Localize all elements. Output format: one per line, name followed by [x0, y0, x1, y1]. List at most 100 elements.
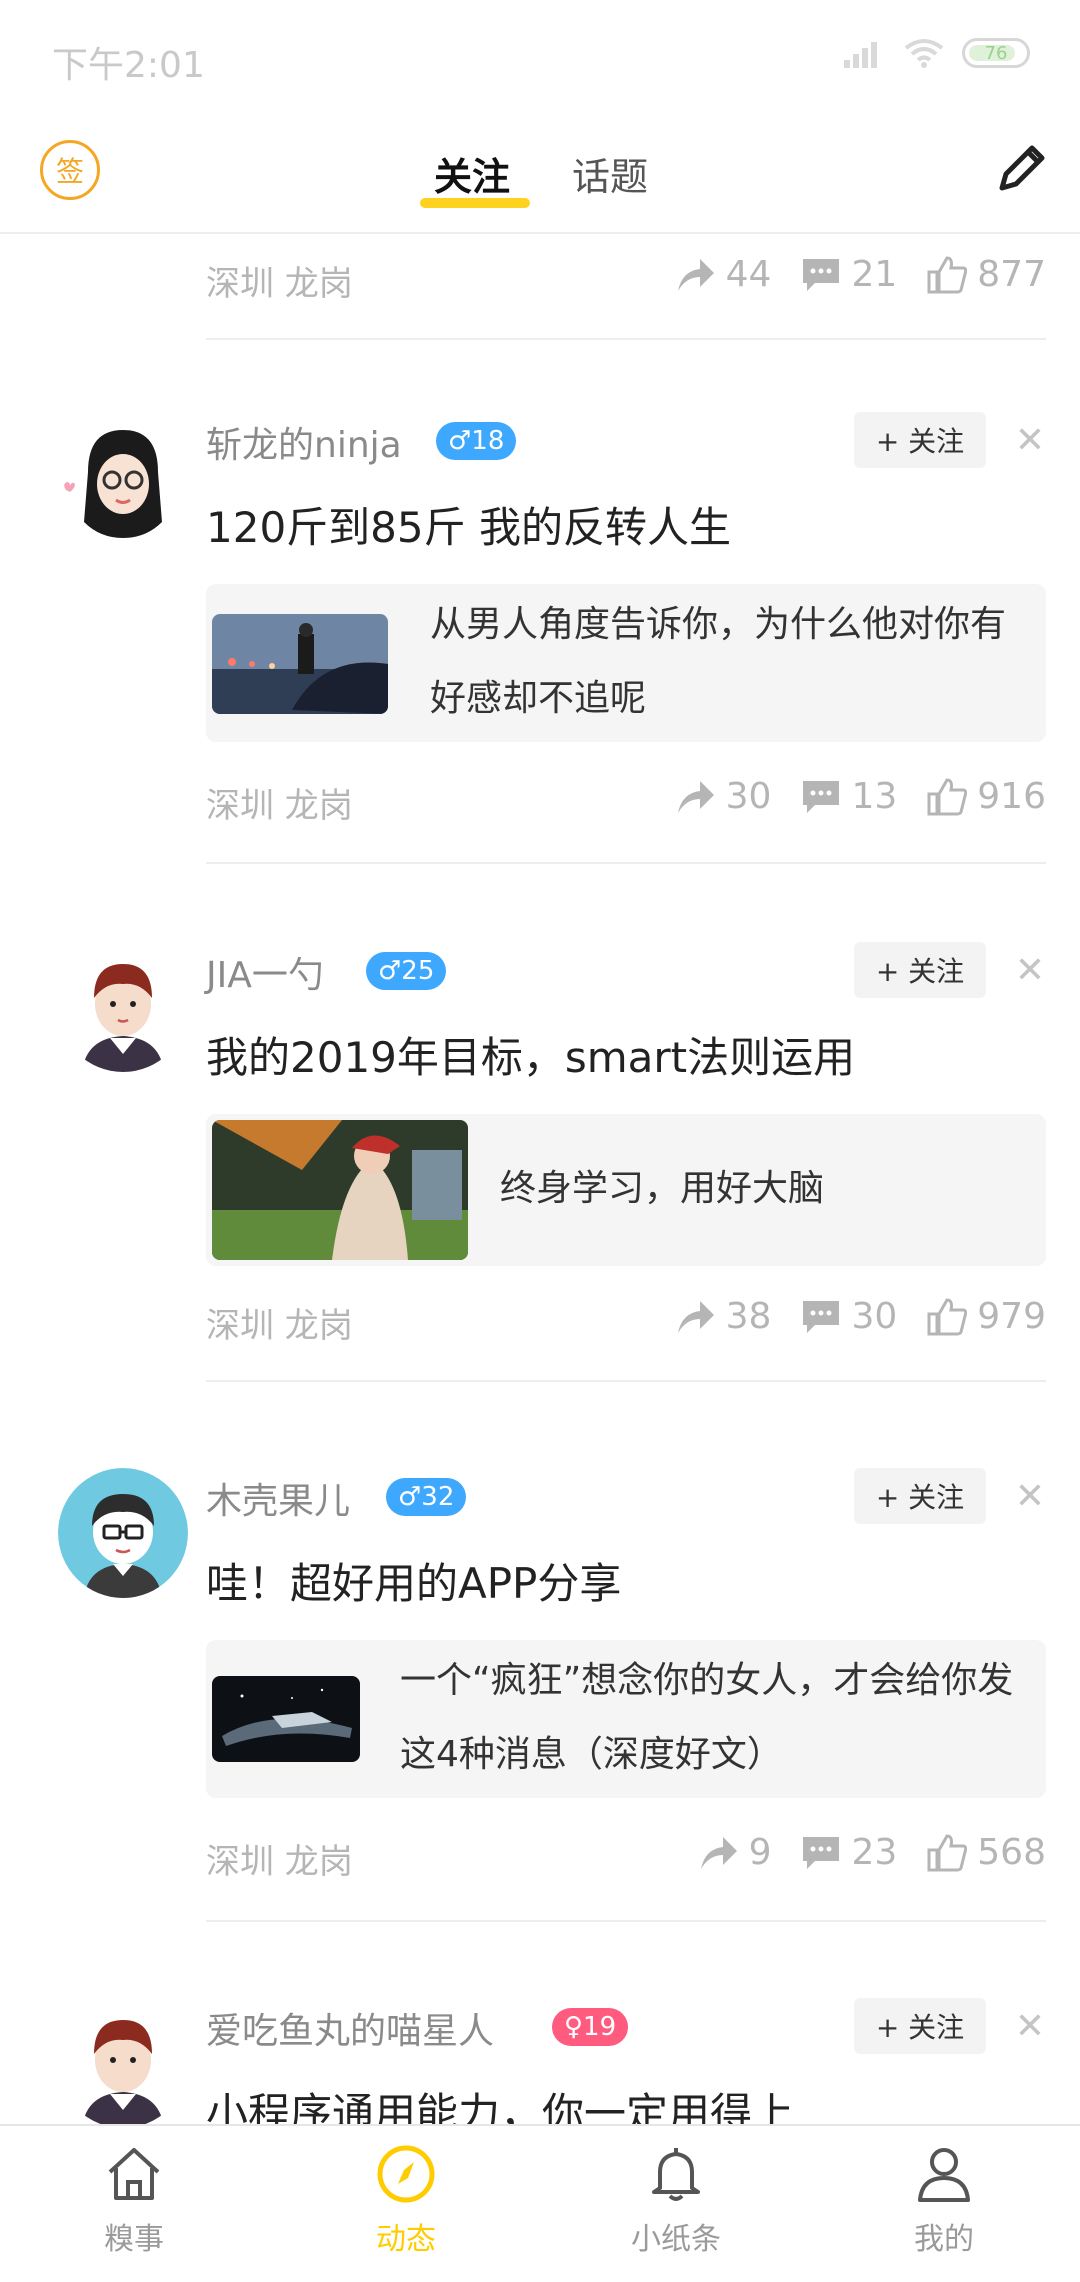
- follow-button[interactable]: + 关注: [854, 412, 986, 468]
- tab-follow[interactable]: 关注: [434, 146, 510, 201]
- share-button[interactable]: 30: [676, 776, 772, 817]
- post-title[interactable]: 哇！超好用的APP分享: [206, 1550, 621, 1611]
- bottom-nav: 糗事 动态 小纸条 我的: [0, 2124, 1080, 2282]
- post-location: 深圳 龙岗: [206, 786, 353, 826]
- article-thumbnail: [212, 1120, 468, 1260]
- like-count: 916: [977, 776, 1046, 817]
- username[interactable]: 木壳果儿: [206, 1472, 350, 1524]
- tab-topic[interactable]: 话题: [572, 146, 648, 201]
- article-card[interactable]: 终身学习，用好大脑: [206, 1114, 1046, 1266]
- post-location: 深圳 龙岗: [206, 264, 353, 304]
- follow-button[interactable]: + 关注: [854, 942, 986, 998]
- wifi-icon: [904, 39, 944, 68]
- compass-icon: [377, 2145, 435, 2203]
- follow-button[interactable]: + 关注: [854, 1998, 986, 2054]
- like-count: 568: [977, 1832, 1046, 1873]
- comment-count: 30: [851, 1296, 898, 1337]
- top-bar: 签 关注 话题: [0, 118, 1080, 234]
- edit-icon[interactable]: [988, 138, 1052, 202]
- share-count: 30: [725, 776, 772, 817]
- close-icon[interactable]: ✕: [1010, 420, 1050, 461]
- article-card[interactable]: 从男人角度告诉你，为什么他对你有好感却不追呢: [206, 584, 1046, 742]
- article-card[interactable]: 一个“疯狂”想念你的女人，才会给你发这4种消息（深度好文）: [206, 1640, 1046, 1798]
- close-icon[interactable]: ✕: [1010, 1476, 1050, 1517]
- post-title[interactable]: 120斤到85斤 我的反转人生: [206, 494, 731, 555]
- gender-age-badge: ♂18: [436, 422, 517, 460]
- article-title: 终身学习，用好大脑: [500, 1168, 825, 1209]
- username[interactable]: 爱吃鱼丸的喵星人: [206, 2002, 494, 2054]
- like-count: 877: [977, 254, 1046, 295]
- post-stats: 30 13 916: [646, 776, 1046, 817]
- post-title[interactable]: 我的2019年目标，smart法则运用: [206, 1024, 855, 1085]
- follow-button[interactable]: + 关注: [854, 1468, 986, 1524]
- comment-button[interactable]: 30: [801, 1296, 897, 1337]
- avatar[interactable]: [58, 942, 188, 1072]
- article-thumbnail: [212, 614, 388, 714]
- gender-age-badge: ♂25: [366, 952, 447, 990]
- tab-active-indicator: [420, 198, 530, 208]
- like-button[interactable]: 979: [927, 1296, 1046, 1337]
- divider: [206, 1920, 1046, 1922]
- avatar[interactable]: [58, 412, 188, 542]
- like-count: 979: [977, 1296, 1046, 1337]
- post-stats: 9 23 568: [669, 1832, 1046, 1873]
- post-title[interactable]: 小程序通用能力，你一定用得上: [206, 2080, 794, 2124]
- thumbs-up-icon: [927, 1833, 968, 1871]
- divider: [206, 862, 1046, 864]
- sign-in-button[interactable]: 签: [40, 140, 100, 200]
- comment-icon: [803, 1836, 840, 1869]
- avatar[interactable]: [58, 1468, 188, 1598]
- share-count: 38: [725, 1296, 772, 1337]
- article-thumbnail: [212, 1676, 360, 1762]
- status-time: 下午2:01: [52, 45, 205, 86]
- nav-item-me[interactable]: 我的: [864, 2142, 1024, 2258]
- nav-label: 糗事: [104, 2222, 164, 2257]
- share-icon: [677, 258, 714, 291]
- post-location: 深圳 龙岗: [206, 1842, 353, 1882]
- battery-level: 76: [984, 42, 1008, 64]
- comment-count: 21: [851, 254, 898, 295]
- signal-icon: [844, 42, 877, 68]
- nav-label: 小纸条: [631, 2222, 721, 2257]
- divider: [206, 338, 1046, 340]
- article-title: 从男人角度告诉你，为什么他对你有好感却不追呢: [430, 604, 1007, 719]
- nav-label: 动态: [376, 2222, 436, 2257]
- share-button[interactable]: 9: [699, 1832, 771, 1873]
- status-icons: 76: [844, 38, 1030, 68]
- comment-button[interactable]: 21: [801, 254, 897, 295]
- username[interactable]: JIA一勺: [206, 946, 324, 998]
- share-icon: [677, 780, 714, 813]
- nav-item-jokes[interactable]: 糗事: [54, 2142, 214, 2258]
- share-button[interactable]: 38: [676, 1296, 772, 1337]
- battery-icon: 76: [962, 38, 1030, 68]
- nav-item-feed[interactable]: 动态: [326, 2142, 486, 2258]
- like-button[interactable]: 916: [927, 776, 1046, 817]
- share-button[interactable]: 44: [676, 254, 772, 295]
- comment-button[interactable]: 23: [801, 1832, 897, 1873]
- divider: [206, 1380, 1046, 1382]
- post-location: 深圳 龙岗: [206, 1306, 353, 1346]
- like-button[interactable]: 877: [927, 254, 1046, 295]
- close-icon[interactable]: ✕: [1010, 950, 1050, 991]
- gender-age-badge: ♂32: [386, 1478, 467, 1516]
- like-button[interactable]: 568: [927, 1832, 1046, 1873]
- comment-count: 13: [851, 776, 898, 817]
- bell-icon: [652, 2148, 700, 2201]
- feed: 深圳 龙岗 44 21 877 斩龙的ninja ♂18 + 关注 ✕ 120斤…: [0, 232, 1080, 2124]
- post-stats: 44 21 877: [646, 254, 1046, 295]
- thumbs-up-icon: [927, 777, 968, 815]
- share-count: 44: [725, 254, 772, 295]
- post-stats: 38 30 979: [646, 1296, 1046, 1337]
- username[interactable]: 斩龙的ninja: [206, 416, 402, 468]
- comment-count: 23: [851, 1832, 898, 1873]
- nav-item-notes[interactable]: 小纸条: [596, 2142, 756, 2258]
- share-icon: [677, 1300, 714, 1333]
- comment-button[interactable]: 13: [801, 776, 897, 817]
- person-icon: [918, 2148, 970, 2202]
- comment-icon: [803, 258, 840, 291]
- status-bar: 下午2:01 76: [0, 0, 1080, 118]
- gender-age-badge: ♀19: [552, 2008, 629, 2046]
- close-icon[interactable]: ✕: [1010, 2006, 1050, 2047]
- avatar[interactable]: [58, 1998, 188, 2124]
- nav-label: 我的: [914, 2222, 974, 2257]
